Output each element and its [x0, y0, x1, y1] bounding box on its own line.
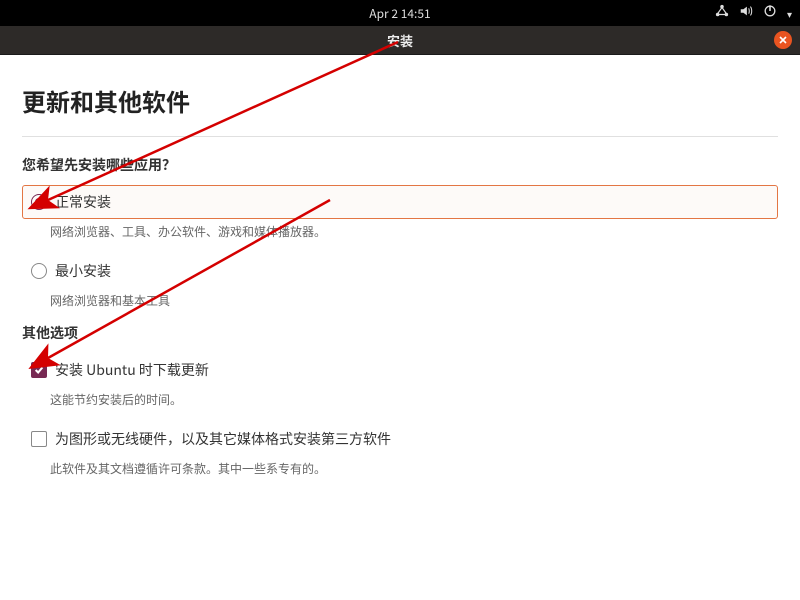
close-button[interactable] [774, 31, 792, 49]
checkbox-icon [31, 362, 47, 378]
checkbox-third-party[interactable]: 为图形或无线硬件，以及其它媒体格式安装第三方软件 [22, 422, 778, 456]
third-party-desc: 此软件及其文档遵循许可条款。其中一些系专有的。 [50, 460, 778, 477]
network-icon[interactable] [715, 4, 729, 22]
download-updates-desc: 这能节约安装后的时间。 [50, 391, 778, 408]
divider [22, 136, 778, 137]
installer-panel: 更新和其他软件 您希望先安装哪些应用？ 正常安装 网络浏览器、工具、办公软件、游… [0, 55, 800, 600]
system-tray[interactable]: ▾ [715, 0, 792, 26]
power-icon[interactable] [763, 4, 777, 22]
radio-minimal-install[interactable]: 最小安装 [22, 254, 778, 288]
other-options-title: 其他选项 [22, 323, 778, 343]
chevron-down-icon[interactable]: ▾ [787, 6, 792, 21]
radio-label: 正常安装 [55, 192, 111, 212]
checkbox-label: 安装 Ubuntu 时下载更新 [55, 360, 209, 380]
clock-text: Apr 2 14:51 [369, 5, 430, 22]
checkbox-download-updates[interactable]: 安装 Ubuntu 时下载更新 [22, 353, 778, 387]
radio-normal-install[interactable]: 正常安装 [22, 185, 778, 219]
gnome-topbar: Apr 2 14:51 ▾ [0, 0, 800, 26]
window-titlebar: 安装 [0, 26, 800, 55]
radio-icon [31, 263, 47, 279]
radio-minimal-desc: 网络浏览器和基本工具 [50, 292, 778, 309]
checkbox-icon [31, 431, 47, 447]
radio-icon [31, 194, 47, 210]
radio-label: 最小安装 [55, 261, 111, 281]
volume-icon[interactable] [739, 4, 753, 22]
checkbox-label: 为图形或无线硬件，以及其它媒体格式安装第三方软件 [55, 429, 391, 449]
window-title: 安装 [387, 31, 413, 50]
apps-question: 您希望先安装哪些应用？ [22, 155, 778, 175]
page-heading: 更新和其他软件 [22, 83, 778, 118]
radio-normal-desc: 网络浏览器、工具、办公软件、游戏和媒体播放器。 [50, 223, 778, 240]
